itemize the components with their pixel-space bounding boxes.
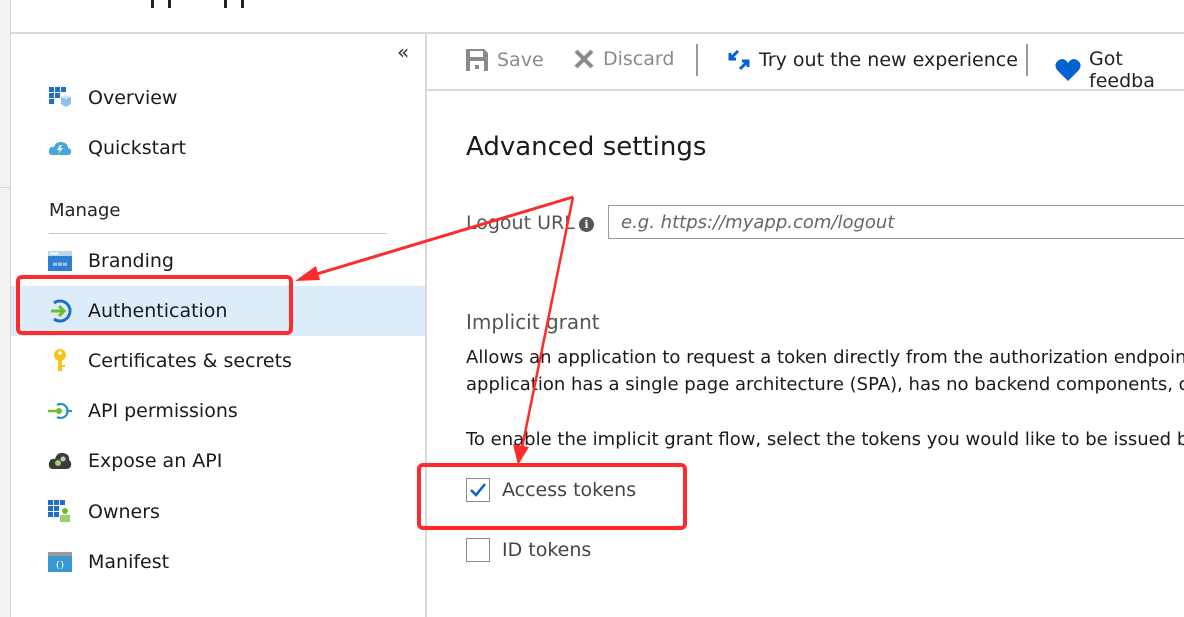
sidebar-item-label: Expose an API	[88, 450, 223, 472]
title-glyph-fragment	[241, 0, 244, 8]
page-title: Advanced settings	[466, 132, 707, 162]
sidebar-item-manifest[interactable]: {} Manifest	[11, 537, 425, 587]
sidebar-item-owners[interactable]: Owners	[11, 487, 425, 537]
left-edge-strip	[0, 0, 11, 617]
sidebar-item-label: Manifest	[88, 551, 170, 573]
authentication-icon	[48, 299, 72, 323]
svg-text:{}: {}	[55, 560, 65, 569]
section-divider	[49, 233, 387, 234]
info-icon[interactable]: i	[579, 217, 594, 232]
sidebar-item-label: Branding	[88, 250, 174, 272]
discard-button[interactable]: Discard	[573, 48, 674, 70]
access-tokens-label: Access tokens	[502, 479, 637, 501]
toolbar-separator	[1026, 44, 1028, 76]
implicit-grant-heading: Implicit grant	[466, 310, 600, 334]
api-permissions-icon	[48, 399, 72, 423]
sidebar-item-expose-an-api[interactable]: Expose an API	[11, 436, 425, 486]
sidebar-item-label: Quickstart	[88, 137, 186, 159]
sidebar-item-authentication[interactable]: Authentication	[11, 286, 425, 336]
id-tokens-label: ID tokens	[502, 539, 592, 561]
manage-section-heading: Manage	[49, 200, 121, 221]
title-bar	[11, 0, 1184, 34]
logout-url-label: Logout URL	[466, 212, 575, 234]
sidebar: « Overview Quickstart Manage www Brandin…	[11, 34, 427, 617]
collapse-sidebar-button[interactable]: «	[397, 40, 409, 64]
sidebar-item-api-permissions[interactable]: API permissions	[11, 386, 425, 436]
sidebar-item-certificates-secrets[interactable]: Certificates & secrets	[11, 336, 425, 386]
save-button[interactable]: Save	[465, 48, 544, 72]
svg-text:www: www	[53, 261, 68, 268]
sidebar-item-quickstart[interactable]: Quickstart	[11, 123, 425, 173]
logout-url-input[interactable]	[608, 205, 1184, 239]
implicit-grant-description-line1: Allows an application to request a token…	[466, 347, 1184, 368]
quickstart-cloud-icon	[48, 136, 72, 160]
feedback-button[interactable]: Got feedba	[1055, 48, 1184, 92]
toolbar-separator	[696, 44, 698, 76]
sidebar-item-branding[interactable]: www Branding	[11, 236, 425, 286]
sidebar-item-label: Certificates & secrets	[88, 350, 292, 372]
sidebar-item-label: API permissions	[88, 400, 238, 422]
left-strip-divider	[0, 187, 10, 188]
title-glyph-fragment	[224, 0, 227, 8]
try-new-experience-label: Try out the new experience	[759, 49, 1018, 71]
main-panel: Save Discard Try out the new experience …	[427, 34, 1184, 617]
implicit-grant-instruction: To enable the implicit grant flow, selec…	[466, 429, 1184, 450]
sidebar-item-label: Overview	[88, 87, 178, 109]
heart-icon	[1055, 58, 1081, 82]
discard-x-icon	[573, 48, 595, 70]
feedback-label: Got feedba	[1089, 48, 1155, 92]
id-tokens-checkbox-row[interactable]: ID tokens	[466, 538, 591, 562]
id-tokens-checkbox[interactable]	[466, 538, 490, 562]
title-glyph-fragment	[168, 0, 171, 8]
key-icon	[48, 349, 72, 373]
implicit-grant-description-line2: application has a single page architectu…	[466, 374, 1184, 395]
sidebar-item-label: Authentication	[88, 300, 228, 322]
sidebar-item-label: Owners	[88, 501, 160, 523]
manifest-icon: {}	[48, 550, 72, 574]
save-label: Save	[497, 49, 544, 71]
overview-grid-icon	[48, 86, 72, 110]
sidebar-item-overview[interactable]: Overview	[11, 73, 425, 123]
expose-api-cloud-icon	[48, 449, 72, 473]
discard-label: Discard	[603, 48, 675, 70]
toolbar: Save Discard Try out the new experience …	[427, 34, 1184, 92]
try-new-experience-button[interactable]: Try out the new experience	[727, 48, 1018, 72]
title-glyph-fragment	[151, 0, 154, 8]
access-tokens-checkbox-row[interactable]: Access tokens	[466, 478, 636, 502]
owners-icon	[48, 500, 72, 524]
switch-arrows-icon	[727, 48, 751, 72]
save-disk-icon	[465, 48, 489, 72]
checkmark-icon	[470, 483, 486, 497]
branding-www-icon: www	[48, 249, 72, 273]
access-tokens-checkbox[interactable]	[466, 478, 490, 502]
